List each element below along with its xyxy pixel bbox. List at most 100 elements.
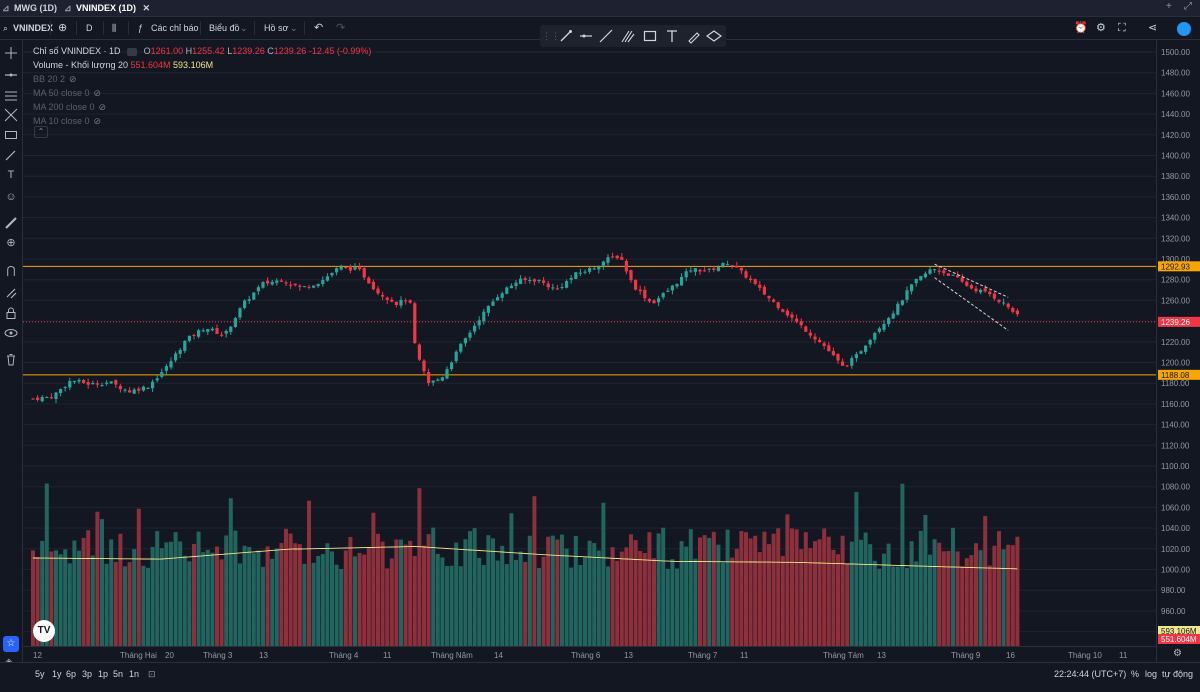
search-icon[interactable]: ⌕	[3, 17, 8, 39]
indicator-label: BB 20 2	[33, 74, 66, 84]
collapse-legend-icon[interactable]: ⌃	[34, 126, 48, 138]
price-axis[interactable]: 1500.00 1480.00 1460.00 1440.00 1420.00 1400.…	[1156, 40, 1200, 662]
stay-drawing-icon[interactable]	[4, 286, 18, 300]
volume-bar	[960, 566, 965, 646]
hidden-eye-icon[interactable]: ⊘	[94, 86, 102, 100]
gann-icon[interactable]	[4, 108, 18, 122]
range-button[interactable]: 1y	[52, 663, 62, 685]
candle	[827, 345, 831, 352]
candle	[427, 371, 431, 383]
candle	[399, 299, 403, 306]
alert-icon[interactable]: ⏰	[1074, 17, 1088, 39]
hidden-eye-icon[interactable]: ⊘	[94, 114, 102, 128]
candle	[353, 267, 357, 270]
candle	[54, 392, 58, 399]
crosshair-icon[interactable]	[4, 46, 18, 60]
profile-button[interactable]: Hồ sơ	[264, 17, 288, 39]
pattern-icon[interactable]	[4, 128, 18, 142]
volume-bar	[408, 540, 413, 646]
candle	[229, 326, 233, 332]
expand-icon[interactable]: ⤢	[1184, 1, 1192, 12]
bottom-bar: 5y 1y 6p 3p 1p 5n 1n ⊡ 22:24:44 (UTC+7) …	[0, 662, 1200, 685]
clock[interactable]: 22:24:44 (UTC+7)	[1054, 663, 1126, 685]
gear-icon[interactable]: ⚙	[1096, 17, 1106, 39]
add-icon[interactable]: +	[1166, 1, 1172, 12]
volume-ma-value: 593.106M	[173, 60, 214, 70]
ruler-icon[interactable]	[4, 216, 18, 230]
redo-icon[interactable]: ↷	[336, 17, 345, 39]
dot-icon[interactable]	[127, 47, 138, 56]
divider	[128, 21, 129, 35]
candle	[413, 303, 417, 344]
hidden-eye-icon[interactable]: ⊘	[69, 72, 77, 86]
volume-bar	[274, 548, 279, 646]
tab-vnindex[interactable]: ⊿ VNINDEX (1D) ✕	[62, 0, 150, 16]
volume-bar	[845, 564, 850, 646]
star-icon[interactable]: ☆	[3, 636, 19, 652]
emoji-icon[interactable]: ☺	[4, 190, 18, 204]
eye-icon[interactable]	[4, 326, 18, 340]
volume-bar	[362, 554, 367, 646]
price-chart[interactable]	[23, 40, 1156, 662]
legend-indicator[interactable]: BB 20 2 ⊘	[33, 72, 371, 86]
brand-icon[interactable]	[1177, 22, 1191, 36]
time-axis[interactable]: 12 Tháng Hai 20 Tháng 3 13 Tháng 4 11 Tháng Năm…	[23, 646, 1156, 663]
volume-bar	[435, 553, 440, 646]
horizontal-line-icon[interactable]	[4, 68, 18, 82]
volume-bar	[224, 535, 229, 646]
symbol-search[interactable]: VNINDEX	[13, 17, 53, 39]
candle	[496, 297, 500, 301]
volume-bar	[238, 563, 242, 646]
range-button[interactable]: 3p	[82, 663, 92, 685]
range-button[interactable]: 6p	[66, 663, 76, 685]
indicator-label: MA 10 close 0	[33, 116, 90, 126]
range-button[interactable]: 1p	[98, 663, 108, 685]
share-icon[interactable]: ⋖	[1148, 17, 1157, 39]
range-button[interactable]: 5y	[35, 663, 45, 685]
settings-gear-icon[interactable]: ⚙	[1173, 648, 1182, 659]
legend-indicator[interactable]: MA 200 close 0 ⊘	[33, 100, 371, 114]
close-icon[interactable]: ✕	[143, 3, 151, 13]
tab-mwg[interactable]: ⊿ MWG (1D)	[0, 0, 57, 16]
volume-bar	[403, 544, 408, 646]
candle	[969, 285, 973, 289]
interval-button[interactable]: D	[86, 17, 93, 39]
volume-bar	[886, 543, 891, 646]
trash-icon[interactable]	[4, 352, 18, 366]
volume-bar	[100, 519, 104, 646]
auto-toggle[interactable]: tự động	[1162, 663, 1193, 685]
candle	[634, 279, 638, 290]
magnet-icon[interactable]: ⋂	[4, 264, 18, 278]
tradingview-logo[interactable]: TV	[33, 620, 55, 642]
volume-bar	[454, 542, 459, 646]
price-tick: 1500.00	[1161, 48, 1190, 57]
volume-bar	[955, 551, 960, 646]
volume-bar	[941, 551, 946, 646]
hidden-eye-icon[interactable]: ⊘	[99, 100, 107, 114]
range-button[interactable]: 1n	[129, 663, 139, 685]
zoom-icon[interactable]: ⊕	[4, 236, 18, 250]
compare-icon[interactable]: ⊕	[58, 17, 67, 39]
log-toggle[interactable]: log	[1145, 663, 1157, 685]
percent-toggle[interactable]: %	[1131, 663, 1139, 685]
legend-indicator[interactable]: MA 50 close 0 ⊘	[33, 86, 371, 100]
candles-icon[interactable]: ⫼	[112, 17, 116, 39]
date-range-icon[interactable]: ⊡	[148, 663, 156, 685]
legend-indicator[interactable]: MA 10 close 0 ⊘	[33, 114, 371, 128]
lock-icon[interactable]	[4, 306, 18, 320]
fullscreen-icon[interactable]: ⛶	[1118, 17, 1126, 39]
candle	[178, 349, 182, 354]
indicators-button[interactable]: Các chỉ báo	[151, 17, 199, 39]
price-label-text: 1239.26	[1161, 318, 1190, 327]
undo-icon[interactable]: ↶	[314, 17, 323, 39]
range-button[interactable]: 5n	[113, 663, 123, 685]
chart-menu-button[interactable]: Biểu đồ	[209, 17, 240, 39]
volume-bar	[578, 564, 583, 646]
text-icon[interactable]: T	[4, 168, 18, 182]
volume-bar	[523, 561, 528, 646]
volume-bar	[518, 551, 523, 646]
indicators-icon[interactable]: ƒ	[138, 17, 143, 39]
candle	[914, 278, 918, 284]
channel-icon[interactable]	[4, 88, 18, 102]
brush-icon[interactable]	[4, 148, 18, 162]
